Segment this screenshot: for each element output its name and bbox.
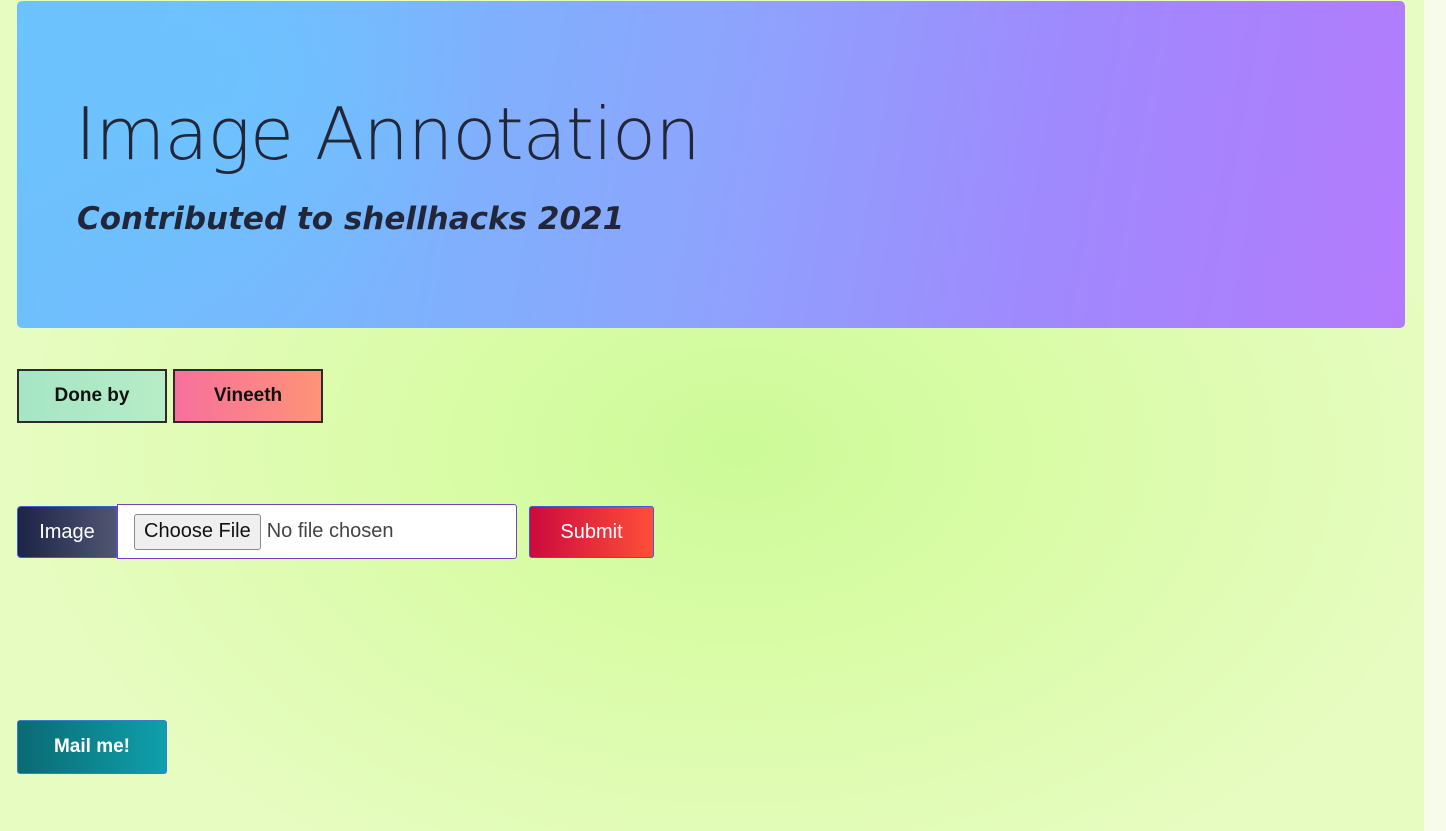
page-title: Image Annotation [75, 92, 701, 176]
author-name-button[interactable]: Vineeth [173, 369, 323, 423]
header-jumbotron: Image Annotation Contributed to shellhac… [17, 1, 1405, 328]
submit-button[interactable]: Submit [529, 506, 654, 558]
mail-me-button[interactable]: Mail me! [17, 720, 167, 774]
file-input[interactable]: Choose File No file chosen [117, 504, 517, 559]
subtitle-prefix: Contributed to [77, 201, 344, 237]
page-subtitle: Contributed to shellhacks 2021 [77, 199, 624, 239]
image-input-group-label: Image [17, 506, 117, 558]
done-by-button[interactable]: Done by [17, 369, 167, 423]
subtitle-event-name: shellhacks 2021 [343, 201, 625, 237]
file-status-text: No file chosen [266, 520, 394, 542]
page-scroll-gutter [1424, 0, 1446, 831]
choose-file-button[interactable]: Choose File [134, 513, 261, 550]
